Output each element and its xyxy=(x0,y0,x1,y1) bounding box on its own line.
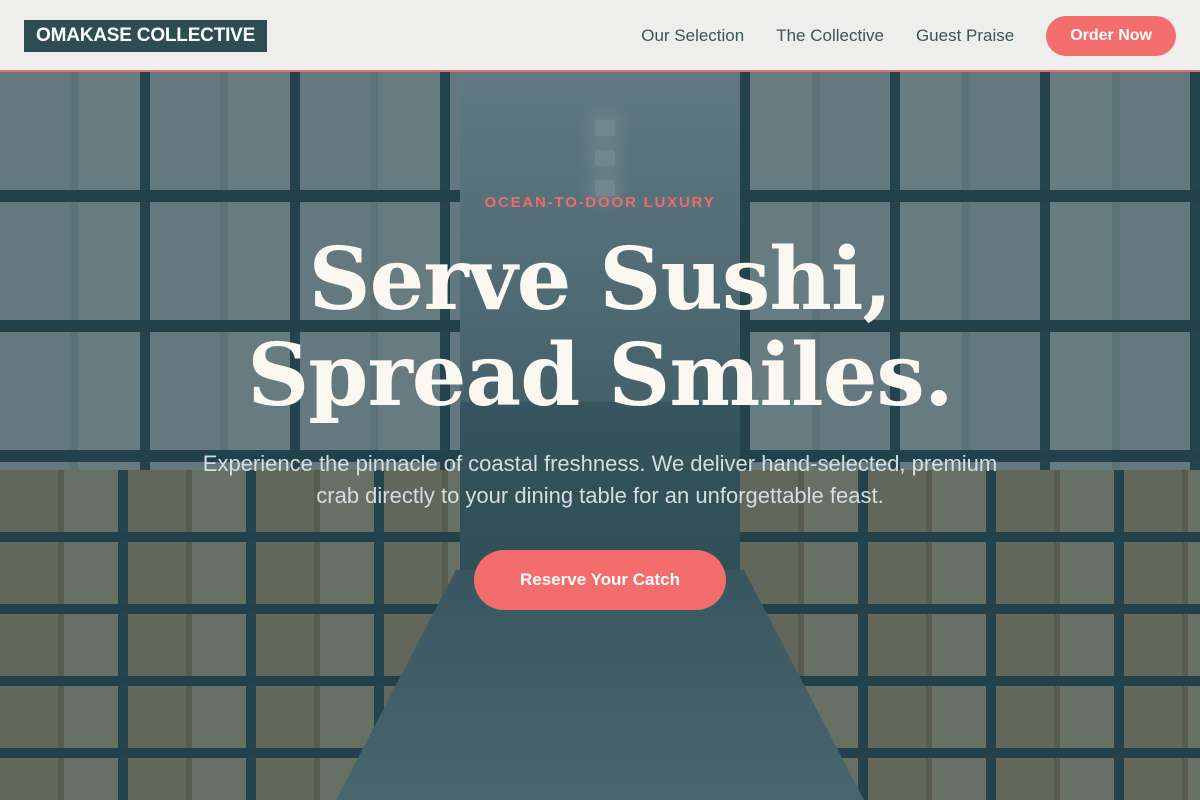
reserve-your-catch-button[interactable]: Reserve Your Catch xyxy=(474,550,726,610)
hero-headline: Serve Sushi, Spread Smiles. xyxy=(0,232,1200,424)
order-now-button[interactable]: Order Now xyxy=(1046,16,1176,56)
hero-eyebrow: OCEAN-TO-DOOR LUXURY xyxy=(484,194,716,211)
hero-section: OCEAN-TO-DOOR LUXURY Serve Sushi, Spread… xyxy=(0,0,1200,800)
landing-page: OMAKASE COLLECTIVE Our Selection The Col… xyxy=(0,0,1200,800)
hero-subtext: Experience the pinnacle of coastal fresh… xyxy=(202,451,998,508)
hero-headline-line-2: Spread Smiles. xyxy=(247,325,954,426)
nav-link-the-collective[interactable]: The Collective xyxy=(776,26,884,46)
site-header: OMAKASE COLLECTIVE Our Selection The Col… xyxy=(0,0,1200,72)
nav-link-guest-praise[interactable]: Guest Praise xyxy=(916,26,1014,46)
brand-logo[interactable]: OMAKASE COLLECTIVE xyxy=(24,20,268,52)
nav-link-our-selection[interactable]: Our Selection xyxy=(641,26,744,46)
hero-headline-line-1: Serve Sushi, xyxy=(308,229,893,330)
main-nav: Our Selection The Collective Guest Prais… xyxy=(641,16,1176,56)
